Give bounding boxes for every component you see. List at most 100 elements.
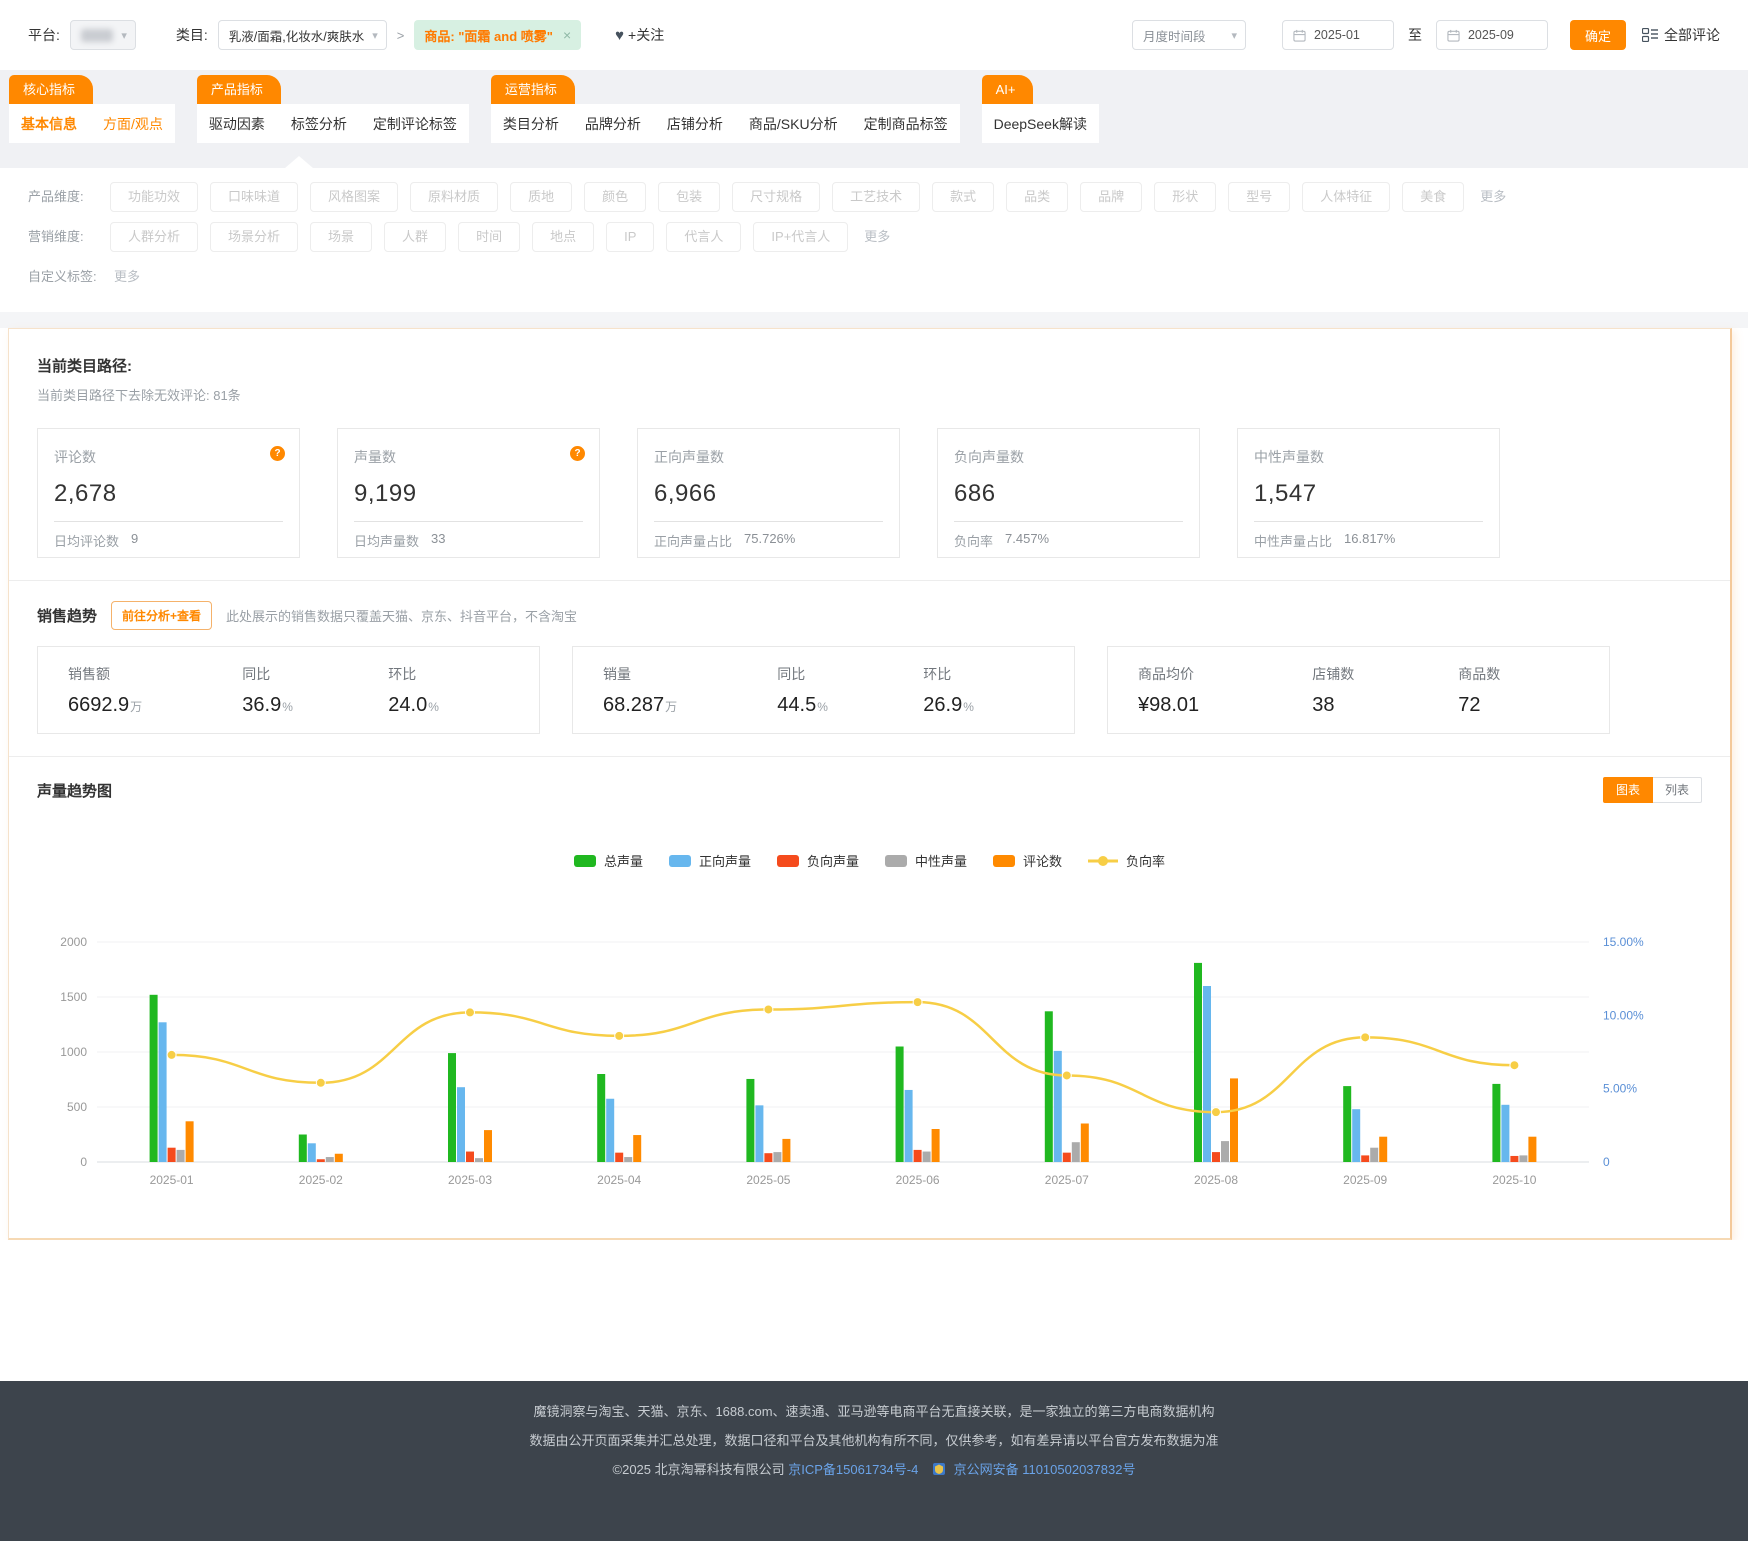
filter-chip-工艺技术[interactable]: 工艺技术 (832, 182, 920, 212)
date-to-value: 2025-09 (1468, 28, 1514, 42)
filter-chip-IP+代言人[interactable]: IP+代言人 (753, 222, 848, 252)
bar-负向声量-2025-01 (168, 1148, 176, 1162)
filter-chip-人群[interactable]: 人群 (384, 222, 446, 252)
filter-chip-地点[interactable]: 地点 (532, 222, 594, 252)
filter-chips: 功能功效口味味道风格图案原料材质质地颜色包装尺寸规格工艺技术款式品类品牌形状型号… (110, 182, 1506, 212)
stat-card-footer: 中性声量占比 16.817% (1254, 522, 1483, 550)
axis-label: 2000 (60, 935, 87, 949)
filter-chip-品牌[interactable]: 品牌 (1080, 182, 1142, 212)
bar-中性声量-2025-02 (326, 1157, 334, 1162)
topbar-right: 月度时间段 ▾ 2025-01 至 2025-09 确定 全部评论 (1132, 20, 1720, 50)
filter-chip-人体特征[interactable]: 人体特征 (1302, 182, 1390, 212)
filter-row-1: 产品维度:功能功效口味味道风格图案原料材质质地颜色包装尺寸规格工艺技术款式品类品… (28, 182, 1728, 212)
legend-item-负向率[interactable]: 负向率 (1088, 851, 1165, 870)
axis-label: 2025-09 (1343, 1173, 1387, 1187)
stat-card-title: 中性声量数 (1254, 447, 1483, 467)
legend-item-评论数[interactable]: 评论数 (993, 851, 1062, 870)
nav-item-店铺分析[interactable]: 店铺分析 (667, 114, 723, 134)
more-link[interactable]: 更多 (1480, 182, 1506, 212)
filter-chip-颜色[interactable]: 颜色 (584, 182, 646, 212)
filter-chip-场景[interactable]: 场景 (310, 222, 372, 252)
nav-item-方面/观点[interactable]: 方面/观点 (103, 114, 163, 134)
toggle-列表[interactable]: 列表 (1653, 777, 1702, 803)
nav-item-类目分析[interactable]: 类目分析 (503, 114, 559, 134)
sales-card-1: 销售额6692.9万同比36.9%环比24.0% (37, 646, 540, 734)
help-icon[interactable]: ? (570, 446, 585, 461)
sales-metric-销售额: 销售额6692.9万 (68, 664, 242, 717)
stat-card-footer: 负向率7.457% (954, 522, 1183, 550)
filter-chip-品类[interactable]: 品类 (1006, 182, 1068, 212)
footer-copyright: ©2025 北京淘幂科技有限公司 (613, 1462, 785, 1477)
footer: 魔镜洞察与淘宝、天猫、京东、1688.com、速卖通、亚马逊等电商平台无直接关联… (0, 1381, 1748, 1541)
period-select[interactable]: 月度时间段 ▾ (1132, 20, 1246, 50)
point-负向率-2025-07 (1062, 1071, 1071, 1080)
filter-chip-款式[interactable]: 款式 (932, 182, 994, 212)
follow-button[interactable]: ♥ +关注 (615, 25, 664, 45)
bar-中性声量-2025-10 (1519, 1155, 1527, 1162)
date-to-input[interactable]: 2025-09 (1436, 20, 1548, 50)
filter-chip-美食[interactable]: 美食 (1402, 182, 1464, 212)
nav-item-定制商品标签[interactable]: 定制商品标签 (864, 114, 948, 134)
line-负向率 (172, 1002, 1515, 1112)
more-link[interactable]: 更多 (864, 222, 890, 252)
icp-link[interactable]: 京ICP备15061734号-4 (788, 1462, 918, 1477)
goto-analysis-button[interactable]: 前往分析+查看 (111, 601, 212, 630)
confirm-button[interactable]: 确定 (1570, 20, 1626, 50)
filter-chip-IP[interactable]: IP (606, 222, 654, 252)
product-filter-chip[interactable]: 商品: "面霜 and 喷雾" × (414, 20, 581, 50)
stat-foot-label: 中性声量占比 (1254, 531, 1332, 550)
legend-item-总声量[interactable]: 总声量 (574, 851, 643, 870)
legend-item-负向声量[interactable]: 负向声量 (777, 851, 859, 870)
nav-item-基本信息[interactable]: 基本信息 (21, 114, 77, 134)
filter-chip-形状[interactable]: 形状 (1154, 182, 1216, 212)
trend-title: 声量趋势图 (37, 780, 112, 801)
nav-item-标签分析[interactable]: 标签分析 (291, 114, 347, 134)
more-link[interactable]: 更多 (114, 262, 140, 292)
filter-chip-时间[interactable]: 时间 (458, 222, 520, 252)
help-icon[interactable]: ? (270, 446, 285, 461)
legend-swatch (777, 855, 799, 867)
legend-label: 正向声量 (699, 851, 751, 870)
sales-card-2: 销量68.287万同比44.5%环比26.9% (572, 646, 1075, 734)
close-icon[interactable]: × (563, 27, 571, 43)
category-select[interactable]: 乳液/面霜,化妆水/爽肤水 ▾ (218, 20, 387, 50)
bar-正向声量-2025-07 (1054, 1051, 1062, 1162)
all-comments-button[interactable]: 全部评论 (1642, 25, 1720, 45)
filter-chip-场景分析[interactable]: 场景分析 (210, 222, 298, 252)
sales-metric-label: 环比 (923, 664, 1069, 684)
filter-chip-原料材质[interactable]: 原料材质 (410, 182, 498, 212)
filter-chip-包装[interactable]: 包装 (658, 182, 720, 212)
filter-chip-人群分析[interactable]: 人群分析 (110, 222, 198, 252)
bar-负向声量-2025-02 (317, 1159, 325, 1162)
filter-chip-代言人[interactable]: 代言人 (666, 222, 741, 252)
footer-line2: 数据由公开页面采集并汇总处理，数据口径和平台及其他机构有所不同，仅供参考，如有差… (0, 1426, 1748, 1455)
legend-item-中性声量[interactable]: 中性声量 (885, 851, 967, 870)
filter-chip-质地[interactable]: 质地 (510, 182, 572, 212)
stat-foot-value: 16.817% (1344, 531, 1395, 550)
axis-label: 2025-02 (299, 1173, 343, 1187)
platform-select[interactable]: ▾ (70, 20, 136, 50)
axis-label: 500 (67, 1100, 87, 1114)
nav-item-品牌分析[interactable]: 品牌分析 (585, 114, 641, 134)
bar-总声量-2025-01 (150, 995, 158, 1162)
toggle-图表[interactable]: 图表 (1603, 777, 1653, 803)
calendar-icon (1293, 29, 1306, 42)
date-from-input[interactable]: 2025-01 (1282, 20, 1394, 50)
axis-label: 10.00% (1603, 1008, 1644, 1022)
nav-item-定制评论标签[interactable]: 定制评论标签 (373, 114, 457, 134)
nav-item-驱动因素[interactable]: 驱动因素 (209, 114, 265, 134)
nav-item-DeepSeek解读[interactable]: DeepSeek解读 (994, 114, 1087, 134)
bar-总声量-2025-10 (1492, 1084, 1500, 1162)
filter-chip-功能功效[interactable]: 功能功效 (110, 182, 198, 212)
platform-label: 平台: (28, 25, 60, 45)
police-link[interactable]: 京公网安备 11010502037832号 (954, 1462, 1136, 1477)
sales-metric-suffix: % (428, 700, 439, 714)
nav-item-商品/SKU分析[interactable]: 商品/SKU分析 (749, 114, 838, 134)
filter-chip-风格图案[interactable]: 风格图案 (310, 182, 398, 212)
legend-item-正向声量[interactable]: 正向声量 (669, 851, 751, 870)
filter-chip-口味味道[interactable]: 口味味道 (210, 182, 298, 212)
filter-chip-尺寸规格[interactable]: 尺寸规格 (732, 182, 820, 212)
filter-row-label: 自定义标签: (28, 262, 110, 292)
filter-chip-型号[interactable]: 型号 (1228, 182, 1290, 212)
stat-card-footer: 日均声量数33 (354, 522, 583, 550)
